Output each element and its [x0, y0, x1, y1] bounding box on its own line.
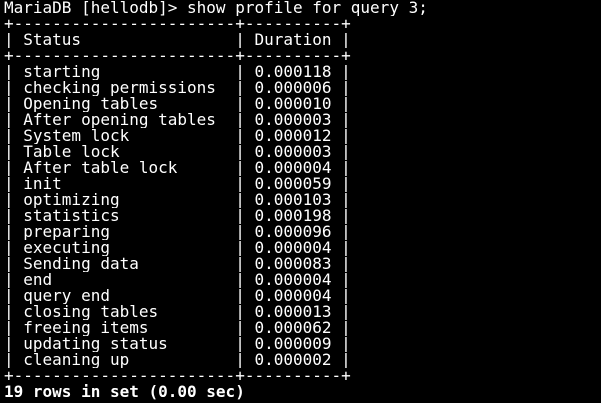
- terminal-window[interactable]: MariaDB [hellodb]> show profile for quer…: [0, 0, 601, 403]
- table-row: | starting | 0.000118 |: [4, 64, 351, 80]
- result-summary: 19 rows in set (0.00 sec): [4, 384, 245, 400]
- table-border-top: +-----------------------+----------+: [4, 16, 351, 32]
- table-row: | closing tables | 0.000013 |: [4, 304, 351, 320]
- command-prompt: MariaDB [hellodb]> show profile for quer…: [4, 0, 428, 16]
- table-header: | Status | Duration |: [4, 32, 351, 48]
- table-border-header: +-----------------------+----------+: [4, 48, 351, 64]
- table-row: | updating status | 0.000009 |: [4, 336, 351, 352]
- table-row: | freeing items | 0.000062 |: [4, 320, 351, 336]
- table-row: | After opening tables | 0.000003 |: [4, 112, 351, 128]
- table-row: | checking permissions | 0.000006 |: [4, 80, 351, 96]
- table-row: | System lock | 0.000012 |: [4, 128, 351, 144]
- table-row: | Table lock | 0.000003 |: [4, 144, 351, 160]
- table-row: | statistics | 0.000198 |: [4, 208, 351, 224]
- table-row: | cleaning up | 0.000002 |: [4, 352, 351, 368]
- table-row: | init | 0.000059 |: [4, 176, 351, 192]
- table-row: | Opening tables | 0.000010 |: [4, 96, 351, 112]
- table-row: | end | 0.000004 |: [4, 272, 351, 288]
- table-border-bottom: +-----------------------+----------+: [4, 368, 351, 384]
- table-row: | query end | 0.000004 |: [4, 288, 351, 304]
- table-row: | optimizing | 0.000103 |: [4, 192, 351, 208]
- table-row: | Sending data | 0.000083 |: [4, 256, 351, 272]
- table-row: | preparing | 0.000096 |: [4, 224, 351, 240]
- table-row: | After table lock | 0.000004 |: [4, 160, 351, 176]
- table-row: | executing | 0.000004 |: [4, 240, 351, 256]
